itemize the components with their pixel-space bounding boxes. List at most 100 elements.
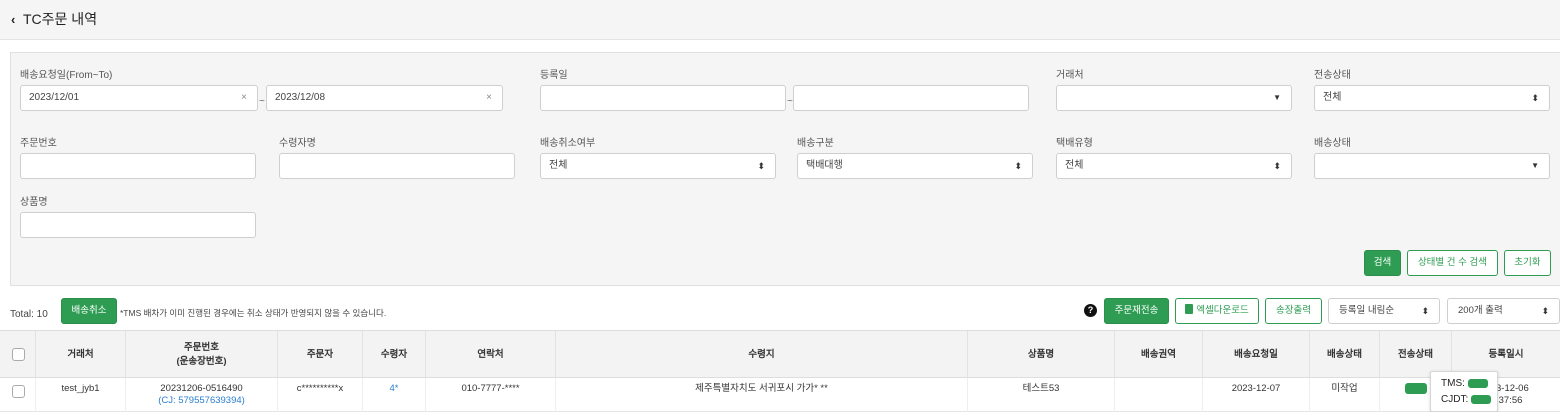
transmission-status-label: 전송상태 [1314,70,1351,81]
chevron-left-icon: ‹ [11,12,16,27]
transmission-status-value: 전체 [1323,92,1342,103]
transmission-status-tooltip: TMS: CJDT: [1430,371,1498,412]
cell-recipient[interactable]: 4* [363,378,426,412]
tooltip-tms-label: TMS: [1441,378,1465,389]
col-orderer[interactable]: 주문자 [278,331,363,379]
delivery-cancel-select[interactable]: 전체 ⬍ [540,153,776,179]
cell-product: 테스트53 [968,378,1115,412]
recipient-name-input[interactable] [279,153,515,179]
delivery-request-from-value: 2023/12/01 [29,92,80,103]
updown-icon: ⬍ [1273,161,1281,171]
updown-icon: ⬍ [1531,93,1539,103]
row-checkbox[interactable] [12,385,25,398]
excel-file-icon [1185,304,1194,314]
delivery-request-date-label: 배송요청일(From~To) [20,70,113,81]
col-client[interactable]: 거래처 [36,331,126,379]
sort-select[interactable]: 등록일 내림순 ⬍ [1328,298,1440,324]
table-row[interactable]: test_jyb1 20231206-0516490 (CJ: 57955763… [0,378,1560,412]
total-count: Total: 10 [10,309,48,320]
col-address[interactable]: 수령지 [556,331,968,379]
tooltip-tms-line: TMS: [1441,376,1497,392]
updown-icon: ⬍ [757,161,765,171]
order-number-label: 주문번호 [20,138,57,149]
registration-date-label: 등록일 [540,70,568,81]
reset-button[interactable]: 초기화 [1504,250,1551,276]
range-tilde: ~ [259,96,265,107]
delivery-type-label: 배송구분 [797,138,834,149]
print-invoice-button[interactable]: 송장출력 [1265,298,1322,324]
sort-value: 등록일 내림순 [1339,305,1395,316]
col-phone[interactable]: 연락처 [426,331,556,379]
registration-from-input[interactable] [540,85,786,111]
updown-icon: ⬍ [1541,306,1549,316]
delivery-status-select[interactable]: ▼ [1314,153,1550,179]
registration-to-input[interactable] [793,85,1029,111]
order-number-input[interactable] [20,153,256,179]
delivery-request-to-value: 2023/12/08 [275,92,326,103]
delivery-request-from-input[interactable]: 2023/12/01 × [20,85,258,111]
delivery-type-value: 택배대행 [806,160,843,171]
table-header: 거래처 주문번호 (운송장번호) 주문자 수령자 연락처 수령지 상품명 배송권… [0,330,1560,379]
resend-order-button[interactable]: 주문재전송 [1104,298,1169,324]
cell-delivery-status: 미작업 [1310,378,1380,412]
client-label: 거래처 [1056,70,1084,81]
excel-download-label: 엑셀다운로드 [1196,305,1249,316]
product-name-input[interactable] [20,212,256,238]
registered-date-text: 3-12-06 [1496,383,1529,394]
product-name-label: 상품명 [20,197,48,208]
col-order-number[interactable]: 주문번호 (운송장번호) [126,331,278,379]
col-zone[interactable]: 배송권역 [1115,331,1203,379]
cell-client: test_jyb1 [36,378,126,412]
select-all-checkbox[interactable] [12,348,25,361]
col-recipient[interactable]: 수령자 [363,331,426,379]
search-button[interactable]: 검색 [1364,250,1401,276]
page-title: TC주문 내역 [23,11,98,27]
range-tilde: ~ [787,96,793,107]
page-header: ‹ TC주문 내역 [0,0,1560,40]
col-delivery-status[interactable]: 배송상태 [1310,331,1380,379]
excel-download-button[interactable]: 엑셀다운로드 [1175,298,1259,324]
cell-phone: 010-7777-**** [426,378,556,412]
courier-type-label: 택배유형 [1056,138,1093,149]
col-request-date[interactable]: 배송요청일 [1203,331,1310,379]
delivery-type-select[interactable]: 택배대행 ⬍ [797,153,1033,179]
courier-type-select[interactable]: 전체 ⬍ [1056,153,1292,179]
delivery-cancel-label: 배송취소여부 [540,138,596,149]
cancel-delivery-button[interactable]: 배송취소 [61,298,117,324]
cell-request-date: 2023-12-07 [1203,378,1310,412]
delivery-status-label: 배송상태 [1314,138,1351,149]
cell-orderer: c**********x [278,378,363,412]
cell-order-number: 20231206-0516490 (CJ: 579557639394) [126,378,278,412]
row-select-cell [0,378,36,412]
cell-address: 제주특별자치도 서귀포시 가가* ** [556,378,968,412]
tooltip-cjdt-line: CJDT: [1441,392,1497,408]
back-button[interactable]: ‹ TC주문 내역 [11,9,97,29]
client-select[interactable]: ▼ [1056,85,1292,111]
tracking-number-link[interactable]: (CJ: 579557639394) [126,395,277,407]
select-all-cell [0,331,36,379]
tms-status-indicator [1467,378,1488,388]
recipient-name-label: 수령자명 [279,138,316,149]
transmission-status-indicator[interactable] [1404,383,1427,394]
tooltip-cjdt-label: CJDT: [1441,394,1469,405]
transmission-status-select[interactable]: 전체 ⬍ [1314,85,1550,111]
cjdt-status-indicator [1471,394,1492,404]
help-icon[interactable]: ? [1084,304,1097,317]
cell-zone [1115,378,1203,412]
caret-down-icon: ▼ [1273,93,1281,102]
courier-type-value: 전체 [1065,160,1084,171]
clear-icon[interactable]: × [241,86,247,110]
updown-icon: ⬍ [1421,306,1429,316]
updown-icon: ⬍ [1014,161,1022,171]
col-product[interactable]: 상품명 [968,331,1115,379]
delivery-request-to-input[interactable]: 2023/12/08 × [266,85,503,111]
delivery-cancel-value: 전체 [549,160,568,171]
status-count-search-button[interactable]: 상태별 건 수 검색 [1407,250,1498,276]
clear-icon[interactable]: × [486,86,492,110]
page-size-value: 200개 출력 [1458,305,1503,316]
registered-time-text: :37:56 [1496,395,1523,406]
page-size-select[interactable]: 200개 출력 ⬍ [1447,298,1560,324]
caret-down-icon: ▼ [1531,161,1539,170]
order-number-text[interactable]: 20231206-0516490 [126,383,277,395]
cancel-notice: *TMS 배차가 이미 진행된 경우에는 취소 상태가 반영되지 않을 수 있습… [120,308,387,318]
